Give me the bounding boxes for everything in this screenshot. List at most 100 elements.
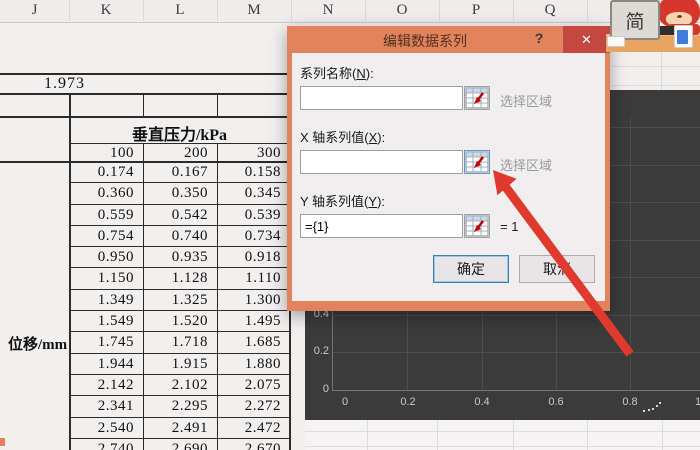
x-values-input[interactable] (300, 150, 463, 174)
table-cell[interactable]: 0.345 (217, 183, 290, 203)
table-cell[interactable]: 0.542 (143, 205, 217, 225)
table-cell[interactable]: 1.110 (217, 268, 290, 288)
table-cell[interactable]: 2.075 (217, 375, 290, 395)
dialog-content: 系列名称(N): 选择区域 X 轴系列值(X): 选择区域 Y 轴系列值(Y):… (292, 53, 605, 301)
table-cell[interactable]: 2.272 (217, 396, 290, 416)
sheet-gridline (305, 446, 700, 447)
column-header-Q[interactable]: Q (545, 2, 556, 19)
table-border (0, 116, 290, 118)
table-cell[interactable]: 0.950 (69, 247, 143, 267)
x-axis-tick-label: 0.2 (400, 396, 415, 408)
table-cell[interactable]: 1.150 (69, 268, 143, 288)
table-cell[interactable]: 1.880 (217, 354, 290, 374)
y-values-range-selector-icon[interactable] (464, 214, 490, 238)
table-cell[interactable]: 2.740 (69, 439, 143, 450)
table-cell[interactable]: 0.539 (217, 205, 290, 225)
table-cell[interactable]: 0.935 (143, 247, 217, 267)
table-cell[interactable]: 2.491 (143, 418, 217, 438)
table-row: 1.1501.1281.110 (69, 268, 290, 289)
sheet-gridline (305, 431, 700, 432)
chart-gridline (630, 118, 631, 390)
column-separator (217, 0, 218, 21)
table-cell[interactable]: 2.102 (143, 375, 217, 395)
table-cell[interactable]: 2.690 (143, 439, 217, 450)
y-values-input[interactable] (300, 214, 463, 238)
table-cell[interactable]: 0.350 (143, 183, 217, 203)
table-row: 0.5590.5420.539 (69, 205, 290, 226)
x-values-range-selector-icon[interactable] (464, 150, 490, 174)
x-axis-tick-label: 0 (342, 396, 348, 408)
table-row: 2.7402.6902.670 (69, 439, 290, 450)
cancel-button[interactable]: 取消 (519, 255, 595, 283)
x-axis-tick-label: 0.6 (548, 396, 563, 408)
x-axis-tick-label: 0.4 (474, 396, 489, 408)
table-cell[interactable]: 1.300 (217, 290, 290, 310)
table-cell[interactable]: 1.495 (217, 311, 290, 331)
table-merged-header[interactable]: 垂直压力/kPa (69, 121, 290, 145)
column-separator (365, 0, 366, 21)
table-cell[interactable]: 1.520 (143, 311, 217, 331)
column-header-O[interactable]: O (397, 2, 408, 19)
table-cell[interactable]: 0.360 (69, 183, 143, 203)
table-cell[interactable]: 0.174 (69, 162, 143, 182)
column-separator (439, 0, 440, 21)
column-header-L[interactable]: L (175, 2, 184, 19)
table-cell[interactable]: 1.915 (143, 354, 217, 374)
chart-artifact-dots (643, 410, 645, 412)
watermark-cartoon: 简 (606, 0, 700, 52)
table-cell[interactable]: 1.128 (143, 268, 217, 288)
table-cell[interactable]: 2.295 (143, 396, 217, 416)
help-button[interactable]: ? (530, 30, 548, 46)
column-header-N[interactable]: N (323, 2, 334, 19)
table-cell[interactable]: 1.549 (69, 311, 143, 331)
column-header-K[interactable]: K (101, 2, 112, 19)
column-separator (513, 0, 514, 21)
table-cell[interactable]: 0.158 (217, 162, 290, 182)
table-border (0, 93, 290, 95)
series-name-range-selector-icon[interactable] (464, 86, 490, 110)
x-axis-tick-label: 1 (695, 396, 700, 408)
x-axis-tick-label: 0.8 (622, 396, 637, 408)
table-cell[interactable]: 2.142 (69, 375, 143, 395)
table-row: 2.5402.4912.472 (69, 418, 290, 439)
pressure-cell[interactable]: 100 (69, 144, 143, 162)
table-cell[interactable]: 0.559 (69, 205, 143, 225)
table-cell[interactable]: 2.341 (69, 396, 143, 416)
edit-data-series-dialog: 编辑数据系列 ? ✕ 系列名称(N): 选择区域 X 轴系列值(X): 选择区域… (287, 26, 610, 311)
sheet-gridline (612, 85, 700, 86)
table-cell[interactable]: 0.740 (143, 226, 217, 246)
table-row: 1.9441.9151.880 (69, 354, 290, 375)
table-cell[interactable]: 1.718 (143, 332, 217, 352)
table-cell[interactable]: 2.670 (217, 439, 290, 450)
table-rows: 0.1740.1670.1580.3600.3500.3450.5590.542… (69, 162, 290, 450)
table-cell[interactable]: 1.325 (143, 290, 217, 310)
close-icon[interactable]: ✕ (563, 26, 610, 53)
table-cell[interactable]: 0.754 (69, 226, 143, 246)
table-row-label[interactable]: 位移/mm (8, 333, 67, 354)
dialog-title: 编辑数据系列 (287, 31, 563, 51)
column-separator (291, 0, 292, 21)
table-cell[interactable]: 0.734 (217, 226, 290, 246)
pressure-cell[interactable]: 300 (217, 144, 290, 162)
table-cell[interactable]: 1.745 (69, 332, 143, 352)
cartoon-cup-drink (677, 30, 688, 44)
table-cell[interactable]: 1.944 (69, 354, 143, 374)
ok-button[interactable]: 确定 (433, 255, 509, 283)
table-cell[interactable]: 2.540 (69, 418, 143, 438)
column-header-J[interactable]: J (32, 2, 38, 19)
pressure-row: 100200300 (69, 144, 290, 162)
table-cell[interactable]: 0.167 (143, 162, 217, 182)
table-cell[interactable]: 2.472 (217, 418, 290, 438)
series-name-input[interactable] (300, 86, 463, 110)
series-name-label: 系列名称(N): (300, 63, 374, 82)
table-cell[interactable]: 1.349 (69, 290, 143, 310)
column-header-P[interactable]: P (472, 2, 480, 19)
table-row: 0.3600.3500.345 (69, 183, 290, 204)
pressure-cell[interactable]: 200 (143, 144, 217, 162)
cell-value-1973[interactable]: 1.973 (44, 75, 85, 93)
table-cell[interactable]: 0.918 (217, 247, 290, 267)
table-cell[interactable]: 1.685 (217, 332, 290, 352)
table-row: 0.7540.7400.734 (69, 226, 290, 247)
column-header-M[interactable]: M (247, 2, 260, 19)
column-separator (69, 0, 70, 21)
